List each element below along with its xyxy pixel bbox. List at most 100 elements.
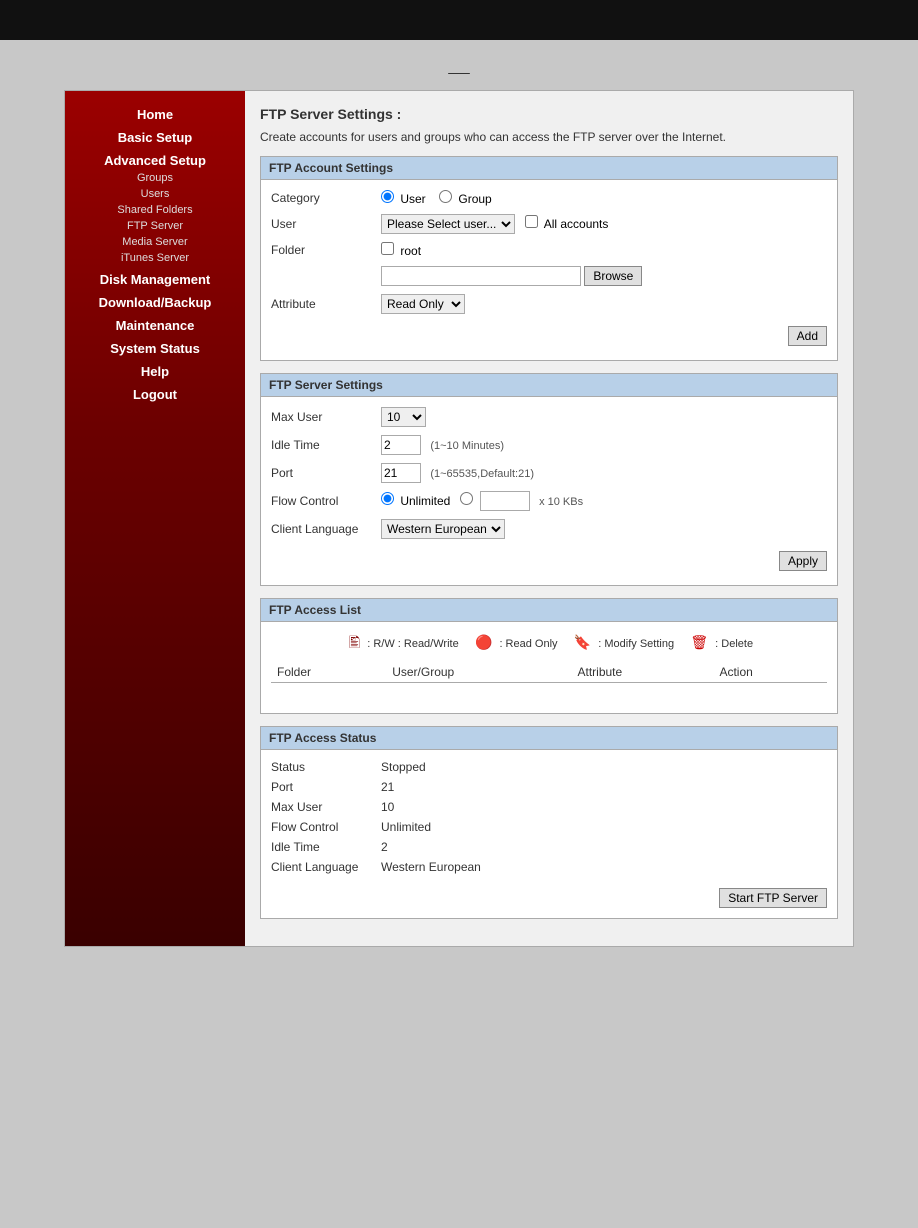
content-area: FTP Server Settings : Create accounts fo…: [245, 91, 853, 946]
status-idle-time-value: 2: [381, 840, 388, 854]
page-wrapper: Home Basic Setup Advanced Setup Groups U…: [0, 40, 918, 1228]
category-user-radio[interactable]: [381, 190, 394, 203]
idle-time-hint: (1~10 Minutes): [430, 440, 504, 452]
folder-label: Folder: [271, 243, 381, 257]
max-user-label: Max User: [271, 410, 381, 424]
apply-row: Apply: [271, 547, 827, 575]
sidebar-item-logout[interactable]: Logout: [65, 385, 245, 404]
status-max-user-label: Max User: [271, 800, 381, 814]
sidebar-item-download-backup[interactable]: Download/Backup: [65, 293, 245, 312]
flow-control-label: Flow Control: [271, 494, 381, 508]
browse-button[interactable]: Browse: [584, 266, 642, 286]
sidebar-item-help[interactable]: Help: [65, 362, 245, 381]
sidebar-item-disk-management[interactable]: Disk Management: [65, 270, 245, 289]
port-control: (1~65535,Default:21): [381, 463, 827, 483]
sidebar-item-maintenance[interactable]: Maintenance: [65, 316, 245, 335]
sidebar-item-system-status[interactable]: System Status: [65, 339, 245, 358]
ro-icon: 🔴: [475, 634, 492, 651]
rw-icon: 🖺: [349, 632, 360, 656]
client-language-select[interactable]: Western European UTF-8: [381, 519, 505, 539]
category-group-radio[interactable]: [439, 190, 452, 203]
ftp-account-section: FTP Account Settings Category User Group: [260, 156, 838, 361]
status-client-language-label: Client Language: [271, 860, 381, 874]
ftp-server-section: FTP Server Settings Max User 10 20 50 10…: [260, 373, 838, 586]
status-label: Status: [271, 760, 381, 774]
flow-unlimited-radio[interactable]: [381, 492, 394, 505]
client-language-label: Client Language: [271, 522, 381, 536]
apply-button[interactable]: Apply: [779, 551, 827, 571]
ftp-access-list-section: FTP Access List 🖺 : R/W : Read/Write 🔴 :…: [260, 598, 838, 714]
folder-control: root: [381, 242, 827, 258]
ftp-account-header: FTP Account Settings: [261, 157, 837, 180]
sidebar-item-home[interactable]: Home: [65, 105, 245, 124]
status-client-language-value: Western European: [381, 860, 481, 874]
flow-control-row: Flow Control Unlimited x 10 KBs: [271, 491, 827, 511]
max-user-select[interactable]: 10 20 50 100: [381, 407, 426, 427]
sidebar-item-ftp-server[interactable]: FTP Server: [65, 218, 245, 234]
browse-row: Browse: [381, 266, 827, 286]
ftp-server-header: FTP Server Settings: [261, 374, 837, 397]
user-control: Please Select user... All accounts: [381, 214, 827, 234]
status-value: Stopped: [381, 760, 426, 774]
legend-row: 🖺 : R/W : Read/Write 🔴 : Read Only 🔖 : M…: [271, 632, 827, 656]
user-label: User: [271, 217, 381, 231]
flow-value-input[interactable]: [480, 491, 530, 511]
attribute-row: Attribute Read Only Read/Write: [271, 294, 827, 314]
client-language-row: Client Language Western European UTF-8: [271, 519, 827, 539]
folder-root-checkbox[interactable]: [381, 242, 394, 255]
category-row: Category User Group: [271, 190, 827, 206]
add-row: Add: [271, 322, 827, 350]
ftp-server-body: Max User 10 20 50 100 Idle Time: [261, 397, 837, 585]
add-button[interactable]: Add: [788, 326, 827, 346]
status-idle-time-label: Idle Time: [271, 840, 381, 854]
idle-time-label: Idle Time: [271, 438, 381, 452]
page-desc: Create accounts for users and groups who…: [260, 130, 838, 144]
header-link: [448, 60, 470, 75]
ftp-access-status-header: FTP Access Status: [261, 727, 837, 750]
attribute-control: Read Only Read/Write: [381, 294, 827, 314]
status-port-row: Port 21: [271, 780, 827, 794]
ms-label: : Modify Setting: [598, 638, 674, 650]
status-idle-time-row: Idle Time 2: [271, 840, 827, 854]
idle-time-control: (1~10 Minutes): [381, 435, 827, 455]
table-row-empty: [271, 683, 827, 704]
folder-row: Folder root: [271, 242, 827, 258]
status-flow-control-row: Flow Control Unlimited: [271, 820, 827, 834]
status-max-user-value: 10: [381, 800, 394, 814]
browse-input[interactable]: [381, 266, 581, 286]
category-control: User Group: [381, 190, 827, 206]
status-port-value: 21: [381, 780, 394, 794]
idle-time-input[interactable]: [381, 435, 421, 455]
main-container: Home Basic Setup Advanced Setup Groups U…: [64, 90, 854, 947]
max-user-row: Max User 10 20 50 100: [271, 407, 827, 427]
sidebar-item-media-server[interactable]: Media Server: [65, 234, 245, 250]
access-table: Folder User/Group Attribute Action: [271, 662, 827, 703]
port-input[interactable]: [381, 463, 421, 483]
attribute-select[interactable]: Read Only Read/Write: [381, 294, 465, 314]
category-label: Category: [271, 191, 381, 205]
folder-root-label: root: [400, 244, 421, 258]
sidebar-item-itunes-server[interactable]: iTunes Server: [65, 250, 245, 266]
user-select[interactable]: Please Select user...: [381, 214, 515, 234]
sidebar-item-groups[interactable]: Groups: [65, 170, 245, 186]
sidebar-item-shared-folders[interactable]: Shared Folders: [65, 202, 245, 218]
ro-label: : Read Only: [499, 638, 557, 650]
attribute-label: Attribute: [271, 297, 381, 311]
port-hint: (1~65535,Default:21): [430, 468, 534, 480]
ms-icon: 🔖: [574, 634, 591, 651]
sidebar-item-basic-setup[interactable]: Basic Setup: [65, 128, 245, 147]
flow-custom-radio[interactable]: [460, 492, 473, 505]
all-accounts-checkbox[interactable]: [525, 215, 538, 228]
start-ftp-server-button[interactable]: Start FTP Server: [719, 888, 827, 908]
status-max-user-row: Max User 10: [271, 800, 827, 814]
ftp-access-list-header: FTP Access List: [261, 599, 837, 622]
category-user-label: User: [400, 192, 425, 206]
ftp-access-status-section: FTP Access Status Status Stopped Port 21…: [260, 726, 838, 919]
del-label: : Delete: [715, 638, 753, 650]
flow-unlimited-label: Unlimited: [400, 494, 450, 508]
sidebar-item-advanced-setup[interactable]: Advanced Setup: [65, 151, 245, 170]
user-row: User Please Select user... All accounts: [271, 214, 827, 234]
sidebar-item-users[interactable]: Users: [65, 186, 245, 202]
status-status-row: Status Stopped: [271, 760, 827, 774]
ftp-access-list-body: 🖺 : R/W : Read/Write 🔴 : Read Only 🔖 : M…: [261, 622, 837, 713]
